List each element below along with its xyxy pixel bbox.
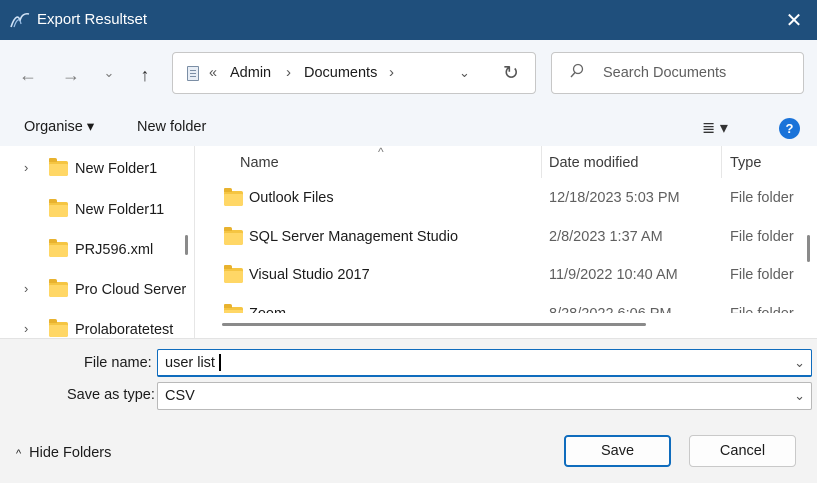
- save-as-type-select[interactable]: CSV ⌄: [157, 382, 812, 410]
- column-date-modified[interactable]: Date modified: [549, 155, 638, 171]
- tree-item[interactable]: New Folder11: [0, 197, 180, 223]
- tree-item-label: PRJ596.xml: [75, 242, 154, 258]
- column-header: ^ Name Date modified Type: [200, 146, 800, 180]
- help-icon: ?: [785, 121, 794, 136]
- new-folder-button[interactable]: New folder: [137, 119, 206, 135]
- file-date: 11/9/2022 10:40 AM: [549, 267, 678, 283]
- save-form: File name: user list ⌄ Save as type: CSV…: [0, 338, 817, 483]
- window-title: Export Resultset: [37, 11, 148, 28]
- search-icon: [570, 63, 584, 78]
- file-date: 12/18/2023 5:03 PM: [549, 190, 680, 206]
- tree-scrollbar[interactable]: [185, 235, 188, 255]
- search-placeholder: Search Documents: [603, 65, 727, 81]
- tree-item[interactable]: › Prolaboratetest: [0, 317, 180, 338]
- search-box[interactable]: Search Documents: [551, 52, 804, 94]
- command-bar: Organise ▾ New folder ≣ ▾ ?: [0, 110, 817, 146]
- breadcrumb-separator-icon: ›: [286, 64, 291, 81]
- column-name[interactable]: Name: [240, 155, 279, 171]
- address-bar[interactable]: « Admin › Documents › ⌄ ↻: [172, 52, 536, 94]
- title-bar: Export Resultset ✕: [0, 0, 817, 40]
- chevron-down-icon: ⌄: [103, 65, 115, 80]
- close-icon: ✕: [785, 9, 803, 32]
- chevron-down-icon[interactable]: ⌄: [794, 388, 805, 404]
- recent-locations-button[interactable]: ⌄: [96, 60, 122, 86]
- file-name-label: File name:: [84, 355, 152, 371]
- column-type[interactable]: Type: [730, 155, 761, 171]
- refresh-icon[interactable]: ↻: [503, 62, 519, 85]
- tree-item[interactable]: › New Folder1: [0, 156, 180, 182]
- arrow-right-icon: →: [62, 64, 80, 85]
- file-type: File folder: [730, 190, 794, 206]
- folder-icon: [49, 158, 68, 176]
- folder-icon: [224, 227, 243, 245]
- cancel-button[interactable]: Cancel: [689, 435, 796, 467]
- help-button[interactable]: ?: [779, 118, 800, 139]
- tree-item-label: Prolaboratetest: [75, 322, 174, 338]
- breadcrumb-separator-icon[interactable]: ›: [389, 64, 394, 81]
- breadcrumb-documents[interactable]: Documents: [304, 65, 377, 81]
- file-row[interactable]: SQL Server Management Studio 2/8/2023 1:…: [200, 218, 800, 256]
- save-as-type-value: CSV: [165, 388, 195, 404]
- folder-icon: [224, 188, 243, 206]
- folder-icon: [49, 319, 68, 337]
- hide-folders-button[interactable]: ^ Hide Folders: [16, 445, 111, 461]
- file-name: Visual Studio 2017: [249, 267, 370, 283]
- file-name-value: user list: [165, 355, 215, 371]
- horizontal-scrollbar[interactable]: [222, 323, 646, 326]
- chevron-right-icon[interactable]: ›: [24, 281, 28, 296]
- file-list: ^ Name Date modified Type Outlook Files …: [200, 146, 817, 338]
- file-type: File folder: [730, 267, 794, 283]
- chevron-right-icon[interactable]: ›: [24, 321, 28, 336]
- tree-item-label: Pro Cloud Server: [75, 282, 187, 298]
- tree-item[interactable]: PRJ596.xml: [0, 237, 180, 263]
- folder-icon: [49, 239, 68, 257]
- vertical-scrollbar[interactable]: [807, 235, 810, 262]
- save-as-type-label: Save as type:: [67, 387, 155, 403]
- address-dropdown-icon[interactable]: ⌄: [459, 65, 470, 81]
- sort-ascending-icon: ^: [378, 146, 384, 159]
- overflow-icon[interactable]: «: [209, 65, 217, 81]
- navigation-tree: › New Folder1 New Folder11 PRJ596.xml › …: [0, 146, 195, 338]
- tree-item[interactable]: › Pro Cloud Server: [0, 277, 186, 303]
- folder-icon: [224, 265, 243, 283]
- up-button[interactable]: ↑: [132, 62, 158, 88]
- organise-button[interactable]: Organise ▾: [24, 119, 94, 135]
- chevron-right-icon[interactable]: ›: [24, 160, 28, 175]
- forward-button[interactable]: →: [58, 62, 84, 88]
- save-button[interactable]: Save: [564, 435, 671, 467]
- tree-item-label: New Folder1: [75, 161, 158, 177]
- navigation-bar: ← → ⌄ ↑ « Admin › Documents › ⌄ ↻ Search…: [0, 40, 817, 110]
- file-row[interactable]: Outlook Files 12/18/2023 5:03 PM File fo…: [200, 179, 800, 217]
- tree-item-label: New Folder11: [75, 202, 165, 218]
- breadcrumb-admin[interactable]: Admin: [230, 65, 271, 81]
- folder-icon: [49, 279, 68, 297]
- file-name-field[interactable]: user list ⌄: [157, 349, 812, 377]
- folder-icon: [49, 199, 68, 217]
- file-name: SQL Server Management Studio: [249, 229, 459, 245]
- back-button[interactable]: ←: [15, 62, 41, 88]
- view-options-button[interactable]: ≣ ▾: [702, 118, 728, 138]
- close-button[interactable]: ✕: [771, 0, 817, 40]
- file-type: File folder: [730, 229, 794, 245]
- file-date: 2/8/2023 1:37 AM: [549, 229, 663, 245]
- column-divider[interactable]: [721, 146, 722, 178]
- browser-pane: › New Folder1 New Folder11 PRJ596.xml › …: [0, 146, 817, 338]
- text-cursor: [219, 354, 221, 371]
- arrow-left-icon: ←: [19, 64, 37, 85]
- document-location-icon: [187, 66, 199, 81]
- app-logo-icon: [10, 12, 30, 28]
- arrow-up-icon: ↑: [140, 64, 150, 85]
- chevron-down-icon[interactable]: ⌄: [794, 355, 805, 371]
- column-divider[interactable]: [541, 146, 542, 178]
- file-name: Outlook Files: [249, 190, 334, 206]
- hide-folders-label: Hide Folders: [29, 445, 112, 461]
- file-row[interactable]: Visual Studio 2017 11/9/2022 10:40 AM Fi…: [200, 256, 800, 294]
- chevron-up-icon: ^: [16, 448, 22, 460]
